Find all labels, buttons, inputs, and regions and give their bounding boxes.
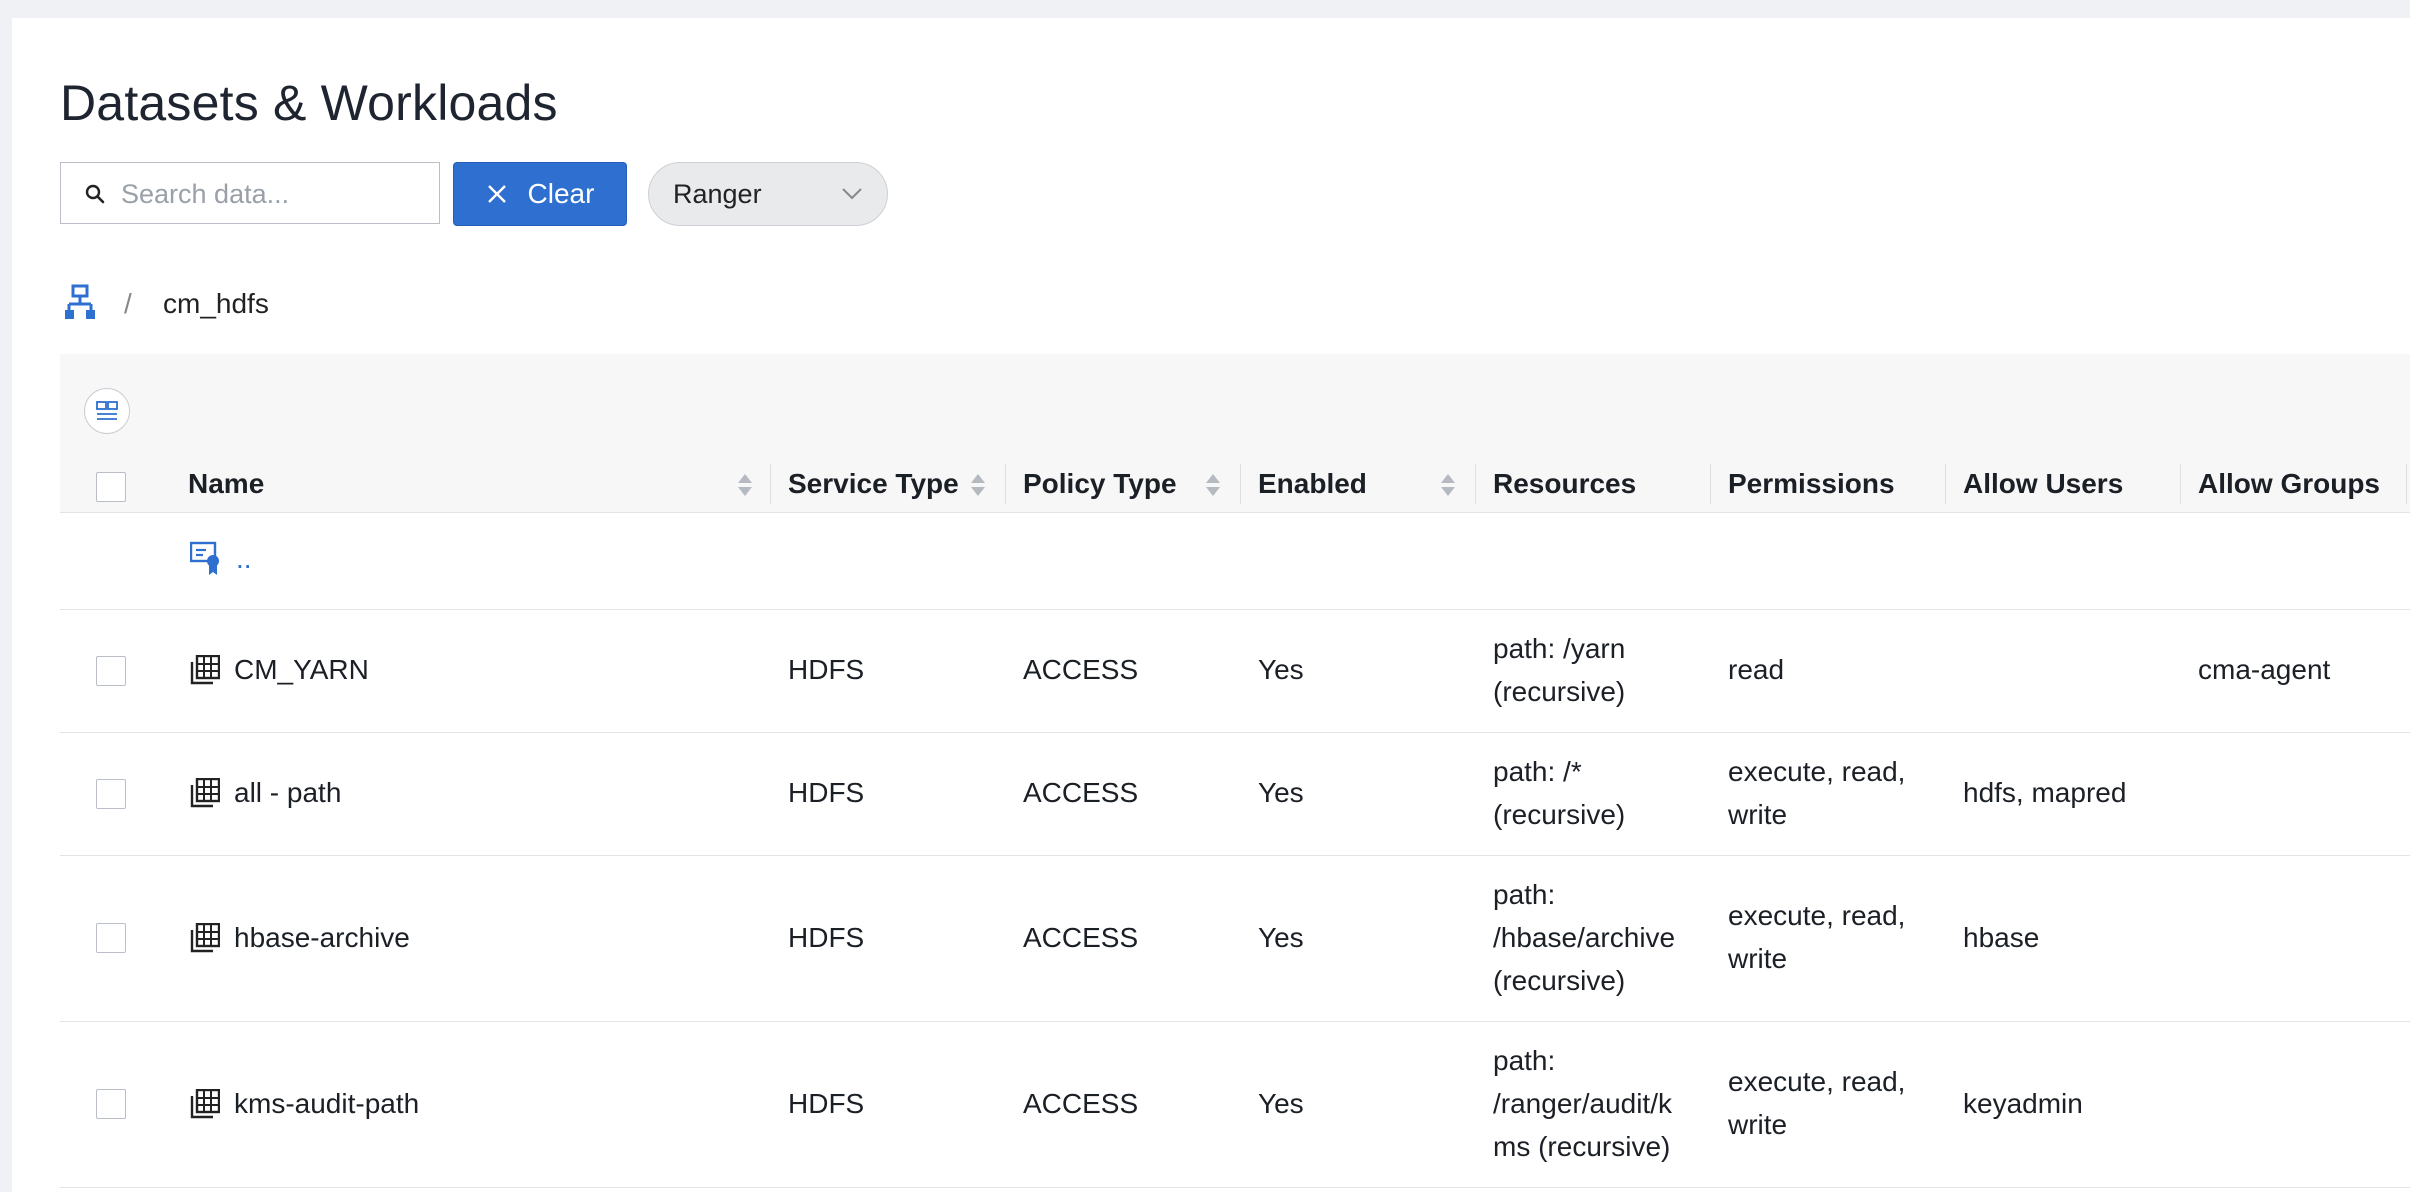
row-resources: path: /ranger/audit/k ms (recursive) bbox=[1493, 1045, 1672, 1162]
row-enabled: Yes bbox=[1258, 777, 1304, 808]
row-permissions: execute, read, write bbox=[1728, 756, 1906, 830]
row-resources: path: /yarn (recursive) bbox=[1493, 633, 1626, 707]
table-icon bbox=[190, 922, 220, 952]
sort-icon[interactable] bbox=[737, 472, 753, 498]
table-row[interactable]: kms-audit-path HDFS ACCESS Yes path: /ra… bbox=[60, 1022, 2410, 1188]
row-allow-groups: cma-agent bbox=[2198, 654, 2331, 685]
row-name[interactable]: hbase-archive bbox=[234, 916, 410, 959]
search-input[interactable] bbox=[119, 171, 423, 217]
column-header-name[interactable]: Name bbox=[188, 468, 264, 500]
clear-button[interactable]: Clear bbox=[453, 162, 627, 226]
column-header-resources: Resources bbox=[1493, 468, 1637, 499]
row-name[interactable]: CM_YARN bbox=[234, 648, 369, 691]
row-name[interactable]: all - path bbox=[234, 771, 341, 814]
breadcrumb-current: cm_hdfs bbox=[163, 288, 269, 319]
column-settings-button[interactable] bbox=[84, 388, 130, 434]
column-header-service-type[interactable]: Service Type bbox=[788, 468, 959, 500]
row-permissions: read bbox=[1728, 654, 1785, 685]
table-row[interactable]: hbase-archive HDFS ACCESS Yes path: /hba… bbox=[60, 856, 2410, 1022]
row-checkbox[interactable] bbox=[96, 1089, 126, 1119]
row-name[interactable]: kms-audit-path bbox=[234, 1082, 419, 1125]
row-enabled: Yes bbox=[1258, 1088, 1304, 1119]
row-enabled: Yes bbox=[1258, 922, 1304, 953]
table-row[interactable]: CM_YARN HDFS ACCESS Yes path: /yarn (rec… bbox=[60, 610, 2410, 733]
search-box[interactable] bbox=[60, 162, 440, 224]
row-allow-users: keyadmin bbox=[1963, 1088, 2083, 1119]
table-icon bbox=[190, 654, 220, 684]
row-permissions: execute, read, write bbox=[1728, 900, 1906, 974]
table-row[interactable]: all - path HDFS ACCESS Yes path: /* (rec… bbox=[60, 733, 2410, 856]
parent-link[interactable]: .. bbox=[236, 537, 252, 580]
policies-table: Name Service Type Policy Type Enabled Re… bbox=[60, 354, 2410, 1188]
row-allow-users: hdfs, mapred bbox=[1963, 777, 2127, 808]
table-icon bbox=[190, 1088, 220, 1118]
column-header-policy-type[interactable]: Policy Type bbox=[1023, 468, 1177, 500]
row-service-type: HDFS bbox=[788, 654, 865, 685]
column-header-allow-groups: Allow Groups bbox=[2198, 468, 2380, 499]
select-all-checkbox[interactable] bbox=[96, 472, 126, 502]
parent-dataset-icon bbox=[190, 541, 219, 575]
source-select[interactable]: Ranger bbox=[648, 162, 888, 226]
row-checkbox[interactable] bbox=[96, 923, 126, 953]
clear-button-label: Clear bbox=[527, 178, 595, 209]
row-policy-type: ACCESS bbox=[1023, 1088, 1139, 1119]
hierarchy-icon[interactable] bbox=[64, 284, 96, 322]
sort-icon[interactable] bbox=[1205, 472, 1221, 498]
row-service-type: HDFS bbox=[788, 777, 865, 808]
table-icon bbox=[190, 777, 220, 807]
sort-icon[interactable] bbox=[1440, 472, 1456, 498]
source-select-value: Ranger bbox=[673, 179, 762, 209]
row-permissions: execute, read, write bbox=[1728, 1066, 1906, 1140]
row-checkbox[interactable] bbox=[96, 656, 126, 686]
search-icon bbox=[85, 184, 105, 204]
row-enabled: Yes bbox=[1258, 654, 1304, 685]
main-panel: Datasets & Workloads Clear Ranger bbox=[12, 18, 2410, 1192]
breadcrumb-separator: / bbox=[124, 288, 132, 319]
row-service-type: HDFS bbox=[788, 922, 865, 953]
table-header: Name Service Type Policy Type Enabled Re… bbox=[60, 354, 2410, 513]
row-policy-type: ACCESS bbox=[1023, 777, 1139, 808]
row-checkbox[interactable] bbox=[96, 779, 126, 809]
row-resources: path: /* (recursive) bbox=[1493, 756, 1626, 830]
row-policy-type: ACCESS bbox=[1023, 922, 1139, 953]
close-icon bbox=[487, 185, 506, 203]
parent-row[interactable]: .. bbox=[60, 513, 2410, 610]
columns-icon bbox=[96, 401, 118, 420]
column-header-enabled[interactable]: Enabled bbox=[1258, 468, 1367, 500]
chevron-down-icon bbox=[842, 188, 862, 200]
column-header-allow-users: Allow Users bbox=[1963, 468, 2124, 499]
row-policy-type: ACCESS bbox=[1023, 654, 1139, 685]
row-resources: path: /hbase/archive (recursive) bbox=[1493, 879, 1676, 996]
row-service-type: HDFS bbox=[788, 1088, 865, 1119]
column-header-permissions: Permissions bbox=[1728, 468, 1895, 499]
page-title: Datasets & Workloads bbox=[60, 75, 558, 131]
sort-icon[interactable] bbox=[970, 472, 986, 498]
row-allow-users: hbase bbox=[1963, 922, 2040, 953]
